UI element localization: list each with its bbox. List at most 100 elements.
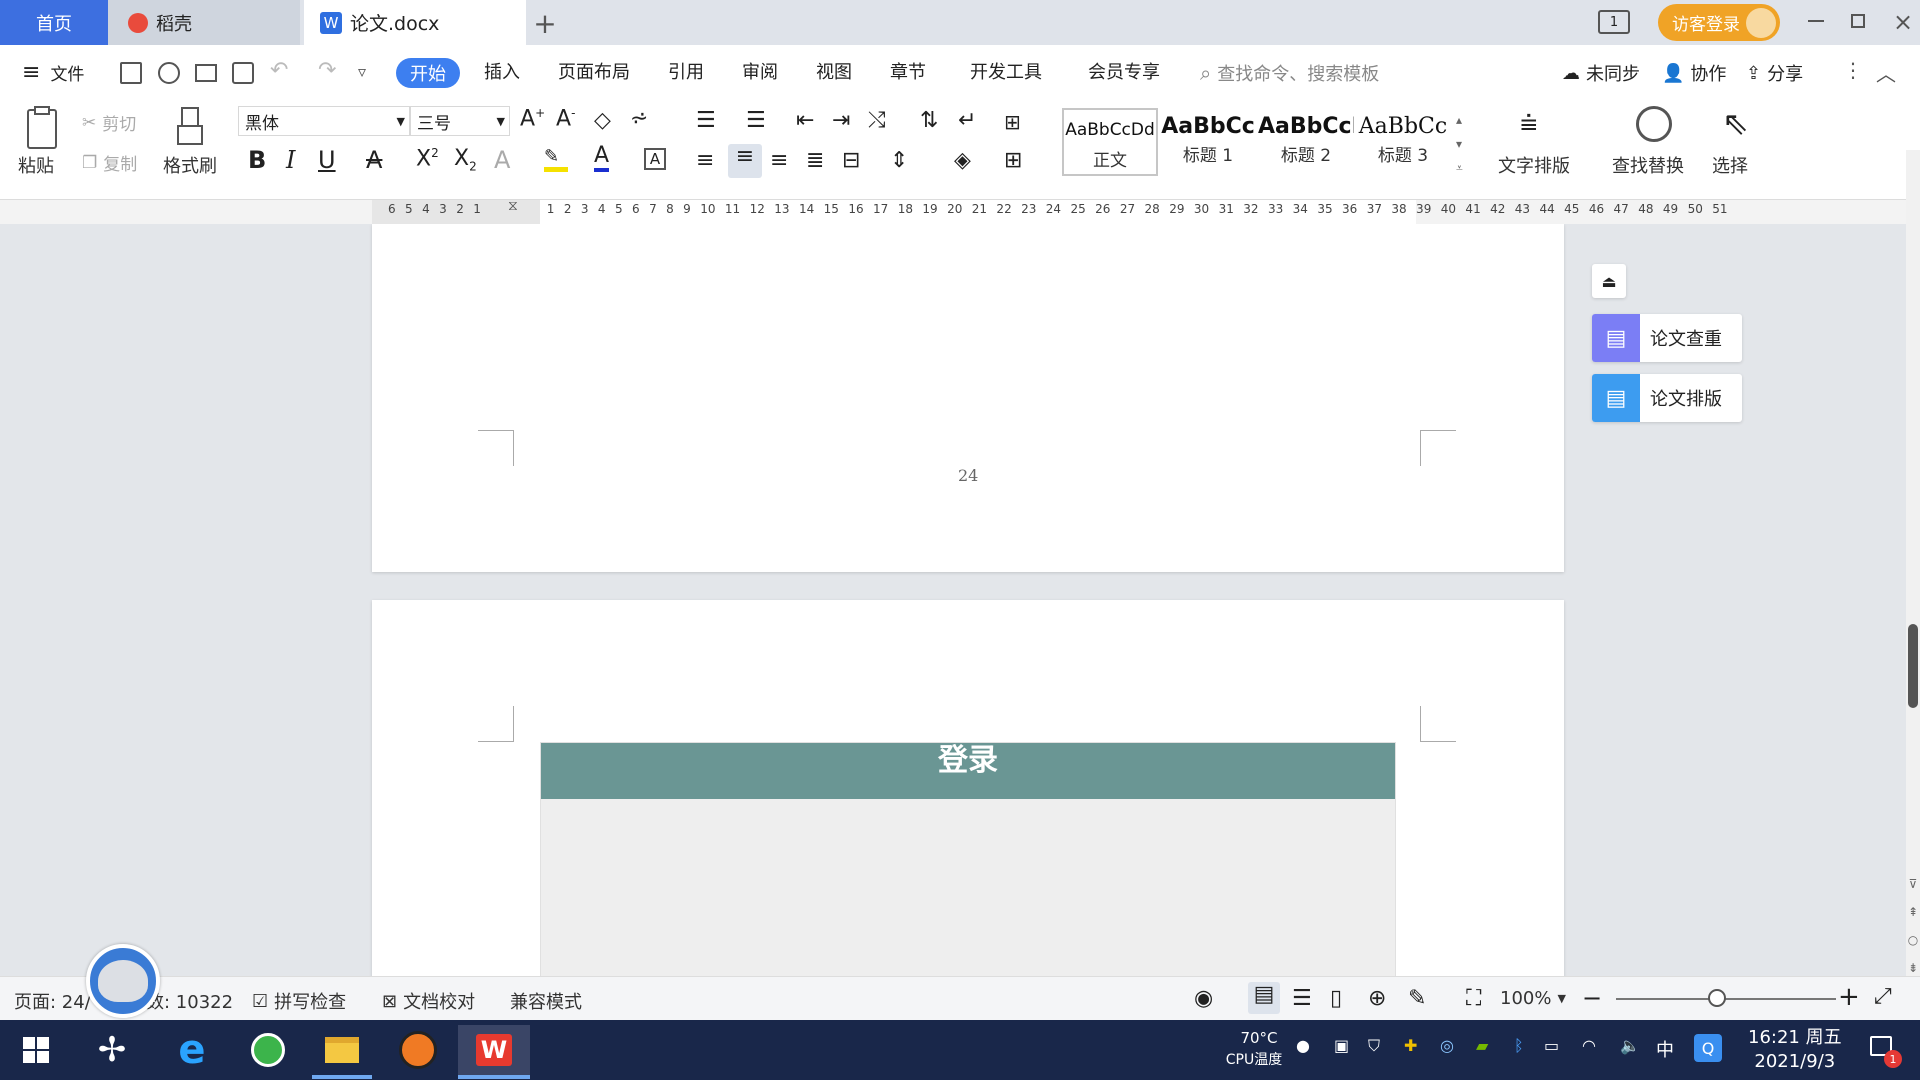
eye-protect-icon[interactable]: ◉ [1194, 986, 1213, 1011]
tray-qq-icon[interactable]: Q [1694, 1034, 1722, 1062]
menu-chapter[interactable]: 章节 [890, 58, 926, 84]
style-normal[interactable]: AaBbCcDd 正文 [1062, 108, 1158, 176]
wifi-icon[interactable]: ◠ [1582, 1036, 1596, 1055]
file-menu[interactable]: ≡ 文件 [22, 60, 84, 85]
volume-icon[interactable]: 🔈 [1620, 1036, 1640, 1055]
fullscreen-icon[interactable]: ⤢ [1874, 984, 1892, 1009]
format-painter-button[interactable]: 格式刷 [163, 152, 217, 178]
style-scroll-icon[interactable]: ▴ ▾ ⩡ [1456, 108, 1463, 180]
text-effect-icon[interactable]: A [494, 146, 510, 174]
shading-icon[interactable]: ◈ [954, 148, 971, 173]
new-tab-button[interactable]: + [528, 6, 562, 40]
clock[interactable]: 16:21 周五 2021/9/3 [1748, 1026, 1842, 1074]
subscript-icon[interactable]: X2 [454, 146, 477, 173]
text-layout-button[interactable]: 文字排版 [1498, 152, 1570, 178]
menu-insert[interactable]: 插入 [484, 58, 520, 84]
save-icon[interactable] [120, 62, 142, 84]
share-button[interactable]: ⇪ 分享 [1746, 60, 1803, 86]
show-marks-icon[interactable]: ↵ [958, 108, 976, 133]
tray-app-icon[interactable]: ● [1296, 1036, 1310, 1055]
decrease-indent-icon[interactable]: ⇤ [796, 108, 814, 133]
justify-icon[interactable]: ≣ [806, 148, 824, 173]
paste-button[interactable]: 粘贴 [18, 152, 54, 178]
page-indicator[interactable]: 页面: 24/ [14, 988, 91, 1014]
tab-document[interactable]: W 论文.docx [304, 0, 526, 45]
grow-font-icon[interactable]: A+ [520, 106, 545, 131]
sort-icon[interactable]: ⇅ [920, 108, 938, 133]
line-spacing-icon[interactable]: ⇕ [890, 148, 908, 173]
spell-check-button[interactable]: ☑ 拼写检查 [252, 988, 346, 1014]
font-name-select[interactable]: 黑体 ▼ [238, 106, 410, 136]
wps-writer-icon[interactable]: W [458, 1025, 530, 1075]
ie-browser-icon[interactable]: e [162, 1025, 222, 1075]
outline-view-icon[interactable]: ☰ [1292, 986, 1312, 1011]
print-preview-icon[interactable] [232, 62, 254, 84]
bullet-list-icon[interactable]: ☰ [696, 108, 716, 133]
print-icon[interactable] [195, 64, 217, 82]
text-layout-icon[interactable]: ⩧ [1520, 106, 1538, 141]
increase-indent-icon[interactable]: ⇥ [832, 108, 850, 133]
italic-icon[interactable]: I [286, 146, 295, 174]
embedded-image[interactable]: 登录 [540, 742, 1396, 976]
guest-login-button[interactable]: 访客登录 [1658, 4, 1780, 41]
table-tools-icon[interactable]: ⊞ [1004, 110, 1021, 134]
page-view-icon[interactable]: ▤ [1248, 982, 1280, 1014]
find-replace-icon[interactable] [1636, 106, 1672, 142]
scrollbar-thumb[interactable] [1908, 624, 1918, 708]
clear-format-icon[interactable]: ◇ [594, 108, 611, 133]
select-button[interactable]: 选择 [1712, 152, 1748, 178]
paste-icon[interactable] [22, 106, 62, 152]
menu-start[interactable]: 开始 [396, 58, 460, 88]
bold-icon[interactable]: B [248, 146, 266, 174]
collaborate-button[interactable]: 👤 协作 [1662, 60, 1726, 86]
web-view-icon[interactable]: ⊕ [1368, 986, 1386, 1011]
align-right-icon[interactable]: ≡ [770, 148, 788, 173]
underline-icon[interactable]: U [318, 146, 336, 174]
redo-icon[interactable]: ↷ [318, 58, 336, 83]
strikethrough-icon[interactable]: A [366, 146, 382, 174]
battery-icon[interactable]: ▭ [1544, 1036, 1559, 1055]
bluetooth-icon[interactable]: ᛒ [1514, 1036, 1524, 1055]
phonetic-guide-icon[interactable]: ⩫ [630, 106, 648, 131]
highlight-icon[interactable]: ✎ [544, 146, 568, 172]
output-icon[interactable] [158, 62, 180, 84]
numbered-list-icon[interactable]: ☰ [746, 108, 766, 133]
minimize-icon[interactable] [1808, 20, 1824, 22]
distributed-icon[interactable]: ⊟ [842, 148, 860, 173]
char-border-icon[interactable]: A [644, 148, 666, 170]
undo-icon[interactable]: ↶ [270, 58, 288, 83]
cpu-temp[interactable]: 70°C CPU温度 [1226, 1027, 1284, 1071]
windows-start-icon[interactable] [6, 1025, 66, 1075]
menu-references[interactable]: 引用 [668, 58, 704, 84]
thesis-layout-button[interactable]: ▤ 论文排版 [1592, 374, 1742, 422]
close-icon[interactable]: × [1893, 8, 1913, 36]
style-heading-1[interactable]: AaBbCc 标题 1 [1160, 108, 1256, 176]
file-explorer-icon[interactable] [312, 1025, 372, 1075]
tray-nvidia-icon[interactable]: ▰ [1476, 1036, 1488, 1055]
tray-shield-icon[interactable]: ⛉ [1368, 1036, 1380, 1056]
page-window-icon[interactable]: 1 [1598, 10, 1630, 34]
zoom-select[interactable]: 100% ▼ [1500, 988, 1566, 1009]
font-size-select[interactable]: 三号 ▼ [410, 106, 510, 136]
indent-marker-icon[interactable]: ⧖ [508, 198, 518, 214]
zoom-slider-thumb[interactable] [1708, 989, 1726, 1007]
style-heading-3[interactable]: AaBbCc 标题 3 [1356, 108, 1450, 176]
zoom-out-icon[interactable]: − [1582, 984, 1602, 1012]
format-painter-icon[interactable] [176, 106, 204, 150]
360-browser-icon[interactable] [238, 1025, 298, 1075]
quick-access-dropdown-icon[interactable]: ▿ [358, 62, 366, 81]
document-canvas[interactable]: 24 登录 ⏏ ▤ 论文查重 ▤ 论文排版 [0, 224, 1906, 976]
word-count[interactable]: 数: 10322 [146, 988, 233, 1014]
fit-page-icon[interactable]: ⛶ [1466, 986, 1481, 1011]
assistant-avatar[interactable] [86, 944, 160, 1018]
tab-home[interactable]: 首页 [0, 0, 108, 45]
reading-view-icon[interactable]: ▯ [1330, 986, 1342, 1011]
page-nav-icons[interactable]: ⊽ ⇞ ○ ⇟ [1906, 870, 1920, 982]
zoom-in-icon[interactable]: + [1838, 982, 1860, 1012]
tray-plus-icon[interactable]: ✚ [1404, 1036, 1417, 1055]
menu-review[interactable]: 审阅 [742, 58, 778, 84]
tray-app2-icon[interactable]: ◎ [1440, 1036, 1454, 1055]
style-heading-2[interactable]: AaBbCcI 标题 2 [1258, 108, 1354, 176]
cut-button[interactable]: ✂ 剪切 [82, 110, 136, 136]
sync-status[interactable]: ☁ 未同步 [1562, 60, 1640, 86]
